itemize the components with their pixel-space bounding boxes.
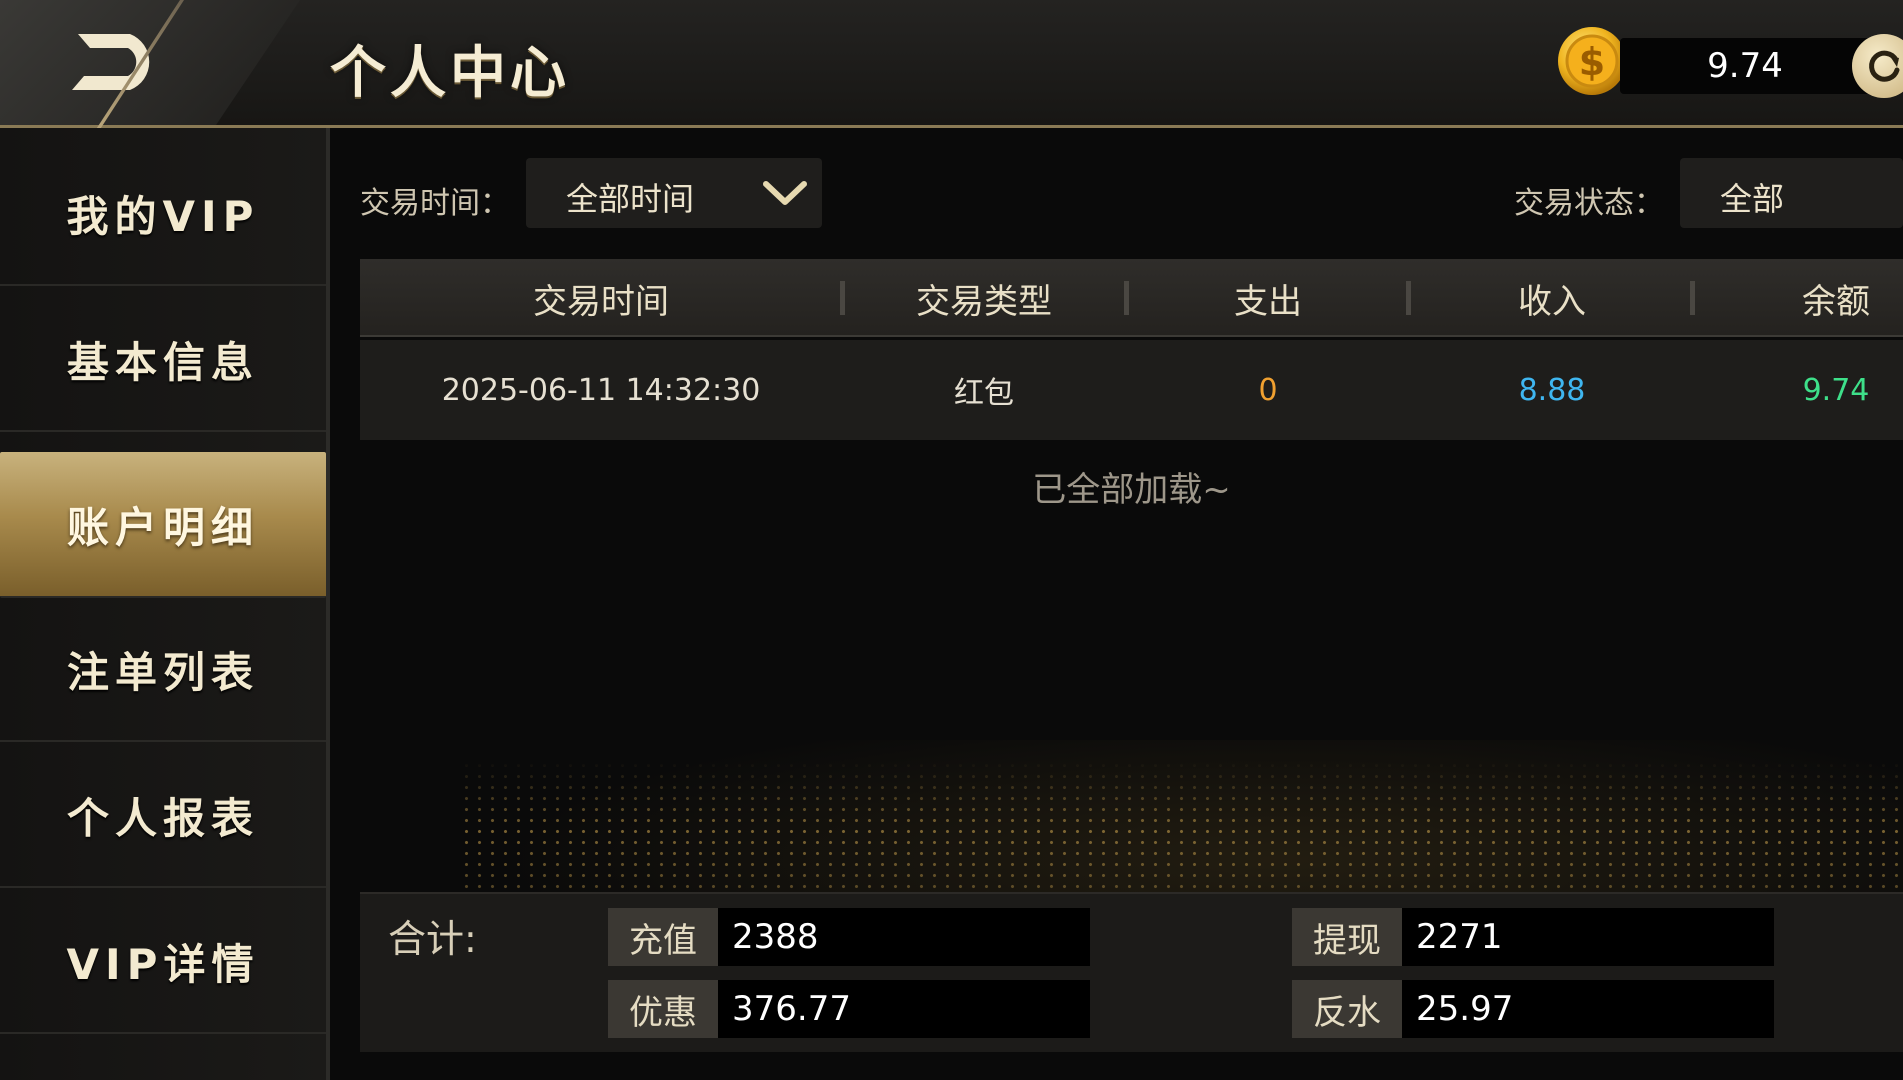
sidebar-item-label: 账户明细 [66,502,259,552]
column-header-type: 交易类型 [916,281,1052,322]
all-loaded-message: 已全部加载~ [1032,470,1231,510]
cell-balance: 9.74 [1802,372,1870,408]
totals-label: 合计: [388,917,477,961]
column-header-balance: 余额 [1802,281,1870,322]
back-button[interactable] [0,0,300,125]
sidebar-item-my-vip[interactable]: 我的VIP [0,142,326,286]
table-header: 交易时间 交易类型 支出 收入 余额 [360,259,1903,337]
sidebar-item-bet-list[interactable]: 注单列表 [0,598,326,742]
time-filter-label: 交易时间： [360,186,510,221]
total-recharge: 充值 2388 [608,908,1090,966]
dollar-coin-icon: $ [1558,27,1626,95]
cell-expense: 0 [1258,372,1278,408]
back-arrow-icon [72,34,150,90]
total-rebate-value: 25.97 [1402,980,1774,1038]
status-filter-label: 交易状态： [1514,186,1664,221]
totals-panel: 合计: 充值 2388 提现 2271 优惠 376.77 反水 25.97 [360,892,1903,1052]
column-header-expense: 支出 [1234,281,1302,322]
total-discount-label: 优惠 [608,980,718,1038]
column-header-income: 收入 [1518,281,1586,322]
sidebar-item-label: 基本信息 [66,337,259,387]
sidebar-item-personal-report[interactable]: 个人报表 [0,744,326,888]
balance-display: 9.74 [1620,38,1870,94]
sidebar-item-basic-info[interactable]: 基本信息 [0,288,326,432]
cell-type: 红包 [954,376,1014,411]
total-recharge-label: 充值 [608,908,718,966]
total-withdraw-label: 提现 [1292,908,1402,966]
total-discount-value: 376.77 [718,980,1090,1038]
status-filter-select[interactable]: 全部 [1680,158,1903,228]
time-filter-value: 全部时间 [566,180,695,218]
sidebar-item-account-details[interactable]: 账户明细 [0,452,326,598]
status-filter-value: 全部 [1720,180,1785,218]
total-discount: 优惠 376.77 [608,980,1090,1038]
total-recharge-value: 2388 [718,908,1090,966]
page-title: 个人中心 [330,41,570,106]
sidebar-item-label: 我的VIP [66,191,260,241]
balance-value: 9.74 [1707,46,1783,86]
sidebar-item-label: 个人报表 [66,793,259,843]
total-rebate-label: 反水 [1292,980,1402,1038]
column-header-time: 交易时间 [533,281,669,322]
svg-text:$: $ [1579,40,1605,84]
sidebar-item-label: VIP详情 [66,939,260,989]
total-withdraw-value: 2271 [1402,908,1774,966]
chevron-down-icon [763,181,807,205]
background-particles [460,760,1903,900]
sidebar-item-label: 注单列表 [66,647,259,697]
cell-time: 2025-06-11 14:32:30 [441,372,761,408]
total-rebate: 反水 25.97 [1292,980,1774,1038]
total-withdraw: 提现 2271 [1292,908,1774,966]
sidebar-item-vip-details[interactable]: VIP详情 [0,890,326,1034]
time-filter-select[interactable]: 全部时间 [526,158,822,228]
sidebar: 我的VIP 基本信息 账户明细 注单列表 个人报表 VIP详情 [0,128,330,1080]
top-header: 个人中心 $ 9.74 [0,0,1903,128]
table-row: 2025-06-11 14:32:30 红包 0 8.88 9.74 [360,340,1903,440]
cell-income: 8.88 [1518,372,1586,408]
